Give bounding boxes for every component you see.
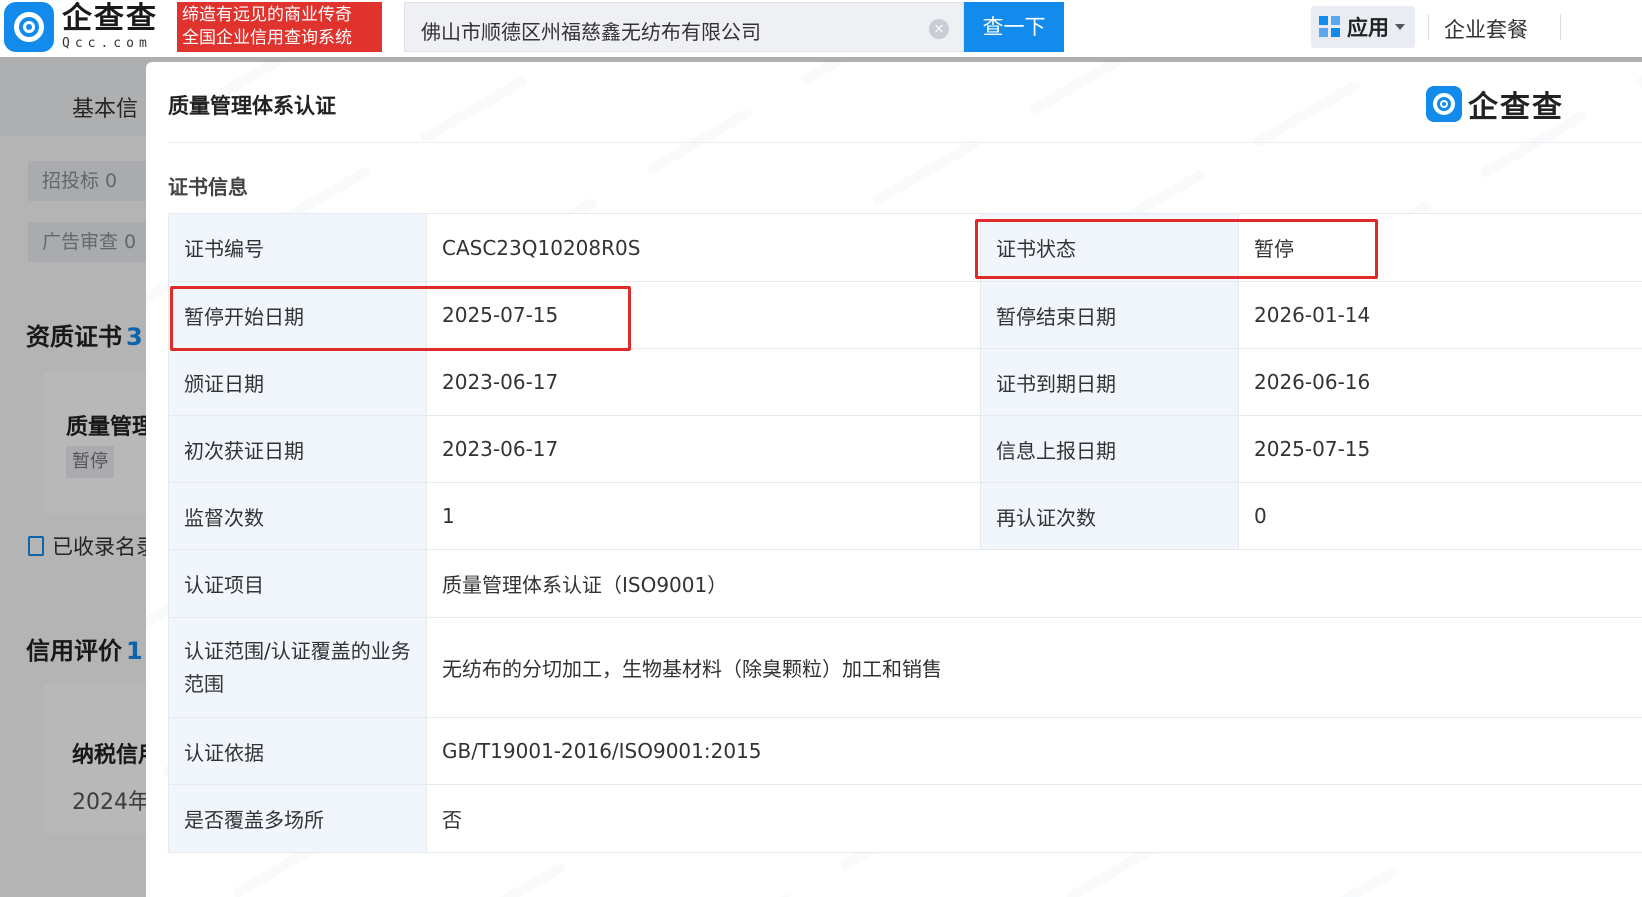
cert-project-value: 质量管理体系认证（ISO9001） — [426, 549, 1642, 618]
recertification-count-value: 0 — [1238, 482, 1642, 550]
table-row: 是否覆盖多场所 否 — [168, 784, 1642, 853]
cert-scope-value: 无纺布的分切加工，生物基材料（除臭颗粒）加工和销售 — [426, 617, 1642, 718]
apps-grid-icon — [1319, 16, 1341, 38]
search-input[interactable]: 佛山市顺德区州福慈鑫无纺布有限公司 × — [404, 2, 964, 52]
search-button[interactable]: 查一下 — [964, 2, 1064, 52]
enterprise-package-link[interactable]: 企业套餐 — [1444, 14, 1528, 44]
certificate-modal: 质量管理体系认证 企查查 证书信息 证书编号 CASC23Q10208R0S 证… — [146, 62, 1642, 897]
qcc-logo-icon — [1426, 86, 1462, 122]
chevron-down-icon — [1395, 24, 1405, 30]
expiry-date-value: 2026-06-16 — [1238, 348, 1642, 416]
cert-project-label: 认证项目 — [168, 549, 427, 618]
issue-date-value: 2023-06-17 — [426, 348, 981, 416]
issue-date-label: 颁证日期 — [168, 348, 427, 416]
qcc-logo[interactable]: 企查查 Qcc.com — [4, 2, 158, 52]
cert-number-value: CASC23Q10208R0S — [426, 213, 981, 282]
table-row: 认证范围/认证覆盖的业务范围 无纺布的分切加工，生物基材料（除臭颗粒）加工和销售 — [168, 617, 1642, 718]
report-date-value: 2025-07-15 — [1238, 415, 1642, 483]
supervision-count-label: 监督次数 — [168, 482, 427, 550]
nav-divider — [1560, 14, 1561, 40]
table-row: 初次获证日期 2023-06-17 信息上报日期 2025-07-15 — [168, 415, 1642, 483]
top-navigation-bar: 企查查 Qcc.com 缔造有远见的商业传奇 全国企业信用查询系统 佛山市顺德区… — [0, 0, 1642, 57]
recertification-count-label: 再认证次数 — [980, 482, 1239, 550]
multi-site-value: 否 — [426, 784, 1642, 853]
logo-chinese-text: 企查查 — [62, 1, 158, 36]
apps-menu-button[interactable]: 应用 — [1311, 6, 1415, 48]
table-row: 监督次数 1 再认证次数 0 — [168, 482, 1642, 550]
search-input-value: 佛山市顺德区州福慈鑫无纺布有限公司 — [421, 20, 761, 44]
slogan-banner: 缔造有远见的商业传奇 全国企业信用查询系统 — [177, 2, 382, 52]
cert-basis-value: GB/T19001-2016/ISO9001:2015 — [426, 717, 1642, 785]
report-date-label: 信息上报日期 — [980, 415, 1239, 483]
cert-basis-label: 认证依据 — [168, 717, 427, 785]
first-cert-date-label: 初次获证日期 — [168, 415, 427, 483]
cert-number-label: 证书编号 — [168, 213, 427, 282]
modal-logo-text: 企查查 — [1468, 90, 1564, 125]
first-cert-date-value: 2023-06-17 — [426, 415, 981, 483]
cert-scope-label: 认证范围/认证覆盖的业务范围 — [168, 617, 427, 718]
expiry-date-label: 证书到期日期 — [980, 348, 1239, 416]
apps-label: 应用 — [1347, 16, 1389, 40]
modal-title: 质量管理体系认证 — [168, 94, 336, 118]
multi-site-label: 是否覆盖多场所 — [168, 784, 427, 853]
section-title-certificate-info: 证书信息 — [168, 175, 248, 199]
clear-icon[interactable]: × — [929, 19, 949, 39]
table-row: 认证依据 GB/T19001-2016/ISO9001:2015 — [168, 717, 1642, 785]
modal-logo: 企查查 — [1426, 82, 1564, 126]
table-row: 证书编号 CASC23Q10208R0S 证书状态 暂停 — [168, 213, 1642, 282]
modal-header-divider — [168, 142, 1642, 143]
suspension-start-highlight-box — [170, 286, 631, 351]
logo-english-text: Qcc.com — [62, 36, 152, 51]
supervision-count-value: 1 — [426, 482, 981, 550]
suspension-end-value: 2026-01-14 — [1238, 281, 1642, 349]
suspension-end-label: 暂停结束日期 — [980, 281, 1239, 349]
slogan-line-2: 全国企业信用查询系统 — [182, 28, 352, 48]
qcc-logo-icon — [4, 2, 54, 52]
status-highlight-box — [975, 219, 1378, 279]
slogan-line-1: 缔造有远见的商业传奇 — [182, 5, 352, 25]
nav-divider — [1428, 14, 1429, 40]
table-row: 认证项目 质量管理体系认证（ISO9001） — [168, 549, 1642, 618]
table-row: 颁证日期 2023-06-17 证书到期日期 2026-06-16 — [168, 348, 1642, 416]
